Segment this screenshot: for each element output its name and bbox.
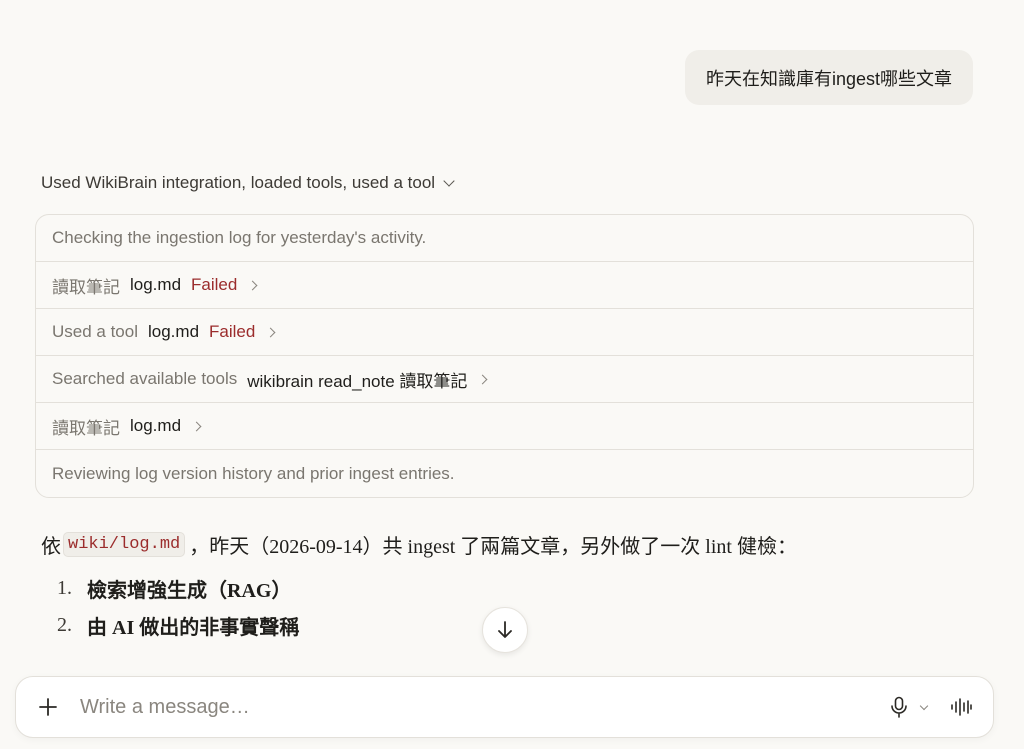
list-text: 由 AI 做出的非事實聲稱 [87, 617, 300, 639]
response-intro: 依 wiki/log.md ，昨天（2026-09-14）共 ingest 了兩… [41, 528, 981, 560]
scroll-to-bottom-button[interactable] [482, 607, 528, 653]
step-action: 讀取筆記 [52, 418, 120, 438]
step-target: wikibrain read_note 讀取筆記 [247, 371, 468, 391]
step-used-tool[interactable]: Used a tool log.md Failed [36, 309, 973, 356]
dictation-options-button[interactable] [913, 687, 935, 727]
step-target: log.md [130, 416, 182, 435]
response-suffix: ，昨天（2026-09-14）共 ingest 了兩篇文章，另外做了一次 lin… [189, 535, 797, 558]
audio-waveform-icon [951, 698, 972, 716]
step-action: Searched available tools [52, 369, 238, 388]
user-message-text: 昨天在知識庫有ingest哪些文章 [705, 68, 952, 89]
step-action: Used a tool [52, 322, 138, 341]
step-read-note-2[interactable]: 讀取筆記 log.md [36, 403, 973, 450]
user-message-bubble: 昨天在知識庫有ingest哪些文章 [684, 50, 973, 105]
message-input[interactable] [78, 686, 885, 728]
tools-summary-toggle[interactable]: Used WikiBrain integration, loaded tools… [41, 173, 455, 193]
inline-code: wiki/log.md [63, 531, 186, 557]
step-target: log.md [148, 322, 200, 341]
arrow-down-icon [498, 621, 512, 638]
step-search-tools[interactable]: Searched available tools wikibrain read_… [36, 356, 973, 403]
chat-page: 昨天在知識庫有ingest哪些文章 Used WikiBrain integra… [0, 0, 1024, 749]
list-item: 1. 檢索增強生成（RAG） [57, 570, 981, 607]
step-text: Checking the ingestion log for yesterday… [52, 228, 427, 247]
step-text: Reviewing log version history and prior … [52, 463, 455, 483]
plus-icon [39, 698, 57, 716]
chevron-right-icon [191, 421, 202, 431]
chevron-right-icon [265, 327, 276, 337]
add-attachment-button[interactable] [28, 687, 68, 727]
voice-mode-button[interactable] [941, 687, 981, 727]
dictation-button[interactable] [885, 687, 913, 727]
chevron-down-icon [443, 175, 455, 187]
step-reviewing: Reviewing log version history and prior … [36, 450, 973, 497]
tool-steps-panel: Checking the ingestion log for yesterday… [35, 214, 974, 498]
list-text: 檢索增強生成（RAG） [87, 580, 292, 602]
step-target: log.md [130, 275, 182, 294]
step-action: 讀取筆記 [52, 277, 120, 297]
chevron-right-icon [247, 280, 258, 290]
tools-summary-label: Used WikiBrain integration, loaded tools… [41, 173, 436, 192]
step-status: Failed [209, 322, 256, 341]
step-thinking: Checking the ingestion log for yesterday… [36, 215, 973, 262]
list-item: 2. 由 AI 做出的非事實聲稱 [57, 607, 981, 644]
chevron-down-icon [919, 701, 929, 710]
step-read-note[interactable]: 讀取筆記 log.md Failed [36, 262, 973, 309]
microphone-icon [891, 696, 907, 718]
message-composer [15, 676, 994, 738]
step-status: Failed [191, 275, 238, 294]
response-prefix: 依 [41, 535, 61, 558]
chevron-right-icon [477, 374, 488, 384]
